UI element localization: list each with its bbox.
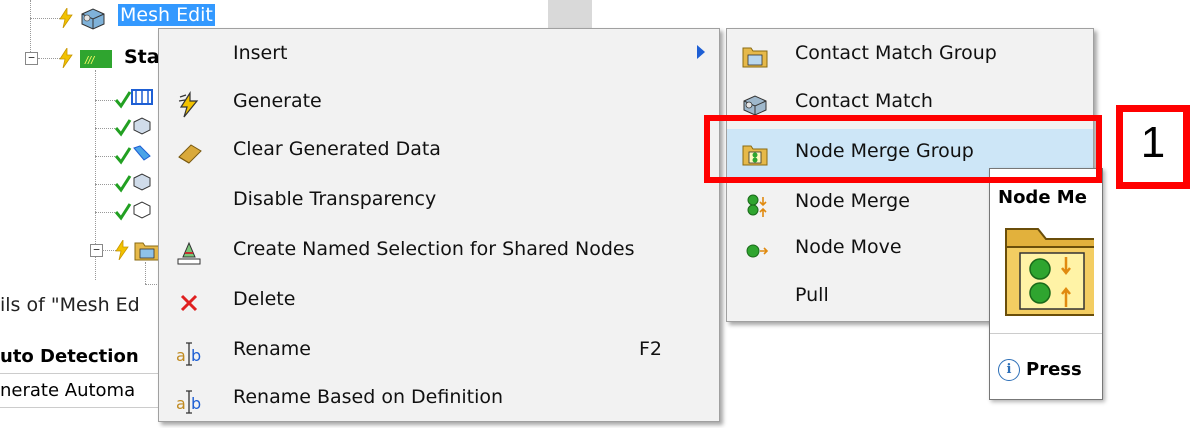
highlight-box [704, 115, 1102, 183]
step-number: 1 [1140, 118, 1166, 167]
submenu-item-label: Node Move [795, 236, 902, 258]
menu-item-clear-generated-data[interactable]: Clear Generated Data [159, 127, 719, 175]
folder-group-icon [741, 43, 769, 71]
submenu-item-label: Node Merge [795, 190, 910, 212]
details-row[interactable]: nerate Automa [0, 374, 170, 408]
tree-expander[interactable]: − [25, 52, 38, 65]
menu-item-label: Delete [233, 288, 296, 310]
details-title: ils of "Mesh Ed [0, 294, 140, 316]
submenu-item-label: Contact Match [795, 90, 933, 112]
info-icon: i [998, 359, 1020, 381]
check-icon [114, 200, 154, 222]
folder-icon [134, 238, 160, 262]
lightning-icon [114, 238, 130, 261]
node-merge-icon [741, 191, 769, 219]
check-icon [114, 88, 154, 110]
menu-item-label: Rename [233, 338, 311, 360]
svg-text:b: b [191, 346, 201, 365]
menu-item-label: Create Named Selection for Shared Nodes [233, 238, 635, 260]
tooltip-divider [990, 333, 1102, 334]
menu-item-rename[interactable]: ab Rename F2 [159, 327, 719, 375]
submenu-item-contact-match-group[interactable]: Contact Match Group [727, 31, 1093, 79]
tooltip: Node Me i Press [989, 168, 1103, 400]
details-row[interactable]: uto Detection [0, 340, 170, 374]
static-structural-icon: /// [80, 48, 112, 70]
menu-item-disable-transparency[interactable]: Disable Transparency [159, 177, 719, 225]
check-icon [114, 116, 154, 138]
mesh-edit-icon [78, 6, 108, 30]
tooltip-info-text: Press [1026, 359, 1082, 380]
folder-node-merge-icon [1004, 217, 1102, 317]
menu-item-insert[interactable]: Insert [159, 31, 719, 79]
submenu-arrow-icon [697, 45, 705, 59]
tree-item-mesh-edit[interactable]: Mesh Edit [118, 4, 215, 26]
lightning-icon [58, 46, 74, 69]
submenu-item-label: Pull [795, 284, 829, 306]
submenu-item-label: Contact Match Group [795, 42, 997, 64]
shortcut-label: F2 [639, 338, 663, 360]
menu-item-label: Generate [233, 90, 322, 112]
node-move-icon [741, 237, 769, 265]
rename-icon: ab [175, 339, 203, 367]
lightning-icon [175, 90, 203, 119]
named-selection-icon [175, 239, 203, 267]
menu-item-rename-based-on-definition[interactable]: ab Rename Based on Definition [159, 375, 719, 423]
context-menu: Insert Generate Clear Generated Data Dis… [158, 28, 720, 422]
menu-item-label: Clear Generated Data [233, 138, 441, 160]
scroll-region [548, 0, 592, 28]
menu-item-create-named-selection[interactable]: Create Named Selection for Shared Nodes [159, 227, 719, 275]
menu-item-delete[interactable]: Delete [159, 277, 719, 325]
check-icon [114, 144, 154, 166]
menu-item-label: Disable Transparency [233, 188, 437, 210]
check-icon [114, 172, 154, 194]
eraser-icon [175, 139, 203, 167]
svg-text:a: a [176, 394, 186, 413]
step-number-badge: 1 [1116, 105, 1190, 189]
menu-item-generate[interactable]: Generate [159, 79, 719, 127]
svg-text:b: b [191, 394, 201, 413]
svg-text:a: a [176, 346, 186, 365]
svg-text:///: /// [84, 55, 95, 67]
rename-icon: ab [175, 387, 203, 415]
menu-item-label: Rename Based on Definition [233, 386, 504, 408]
details-pane: ils of "Mesh Ed uto Detection nerate Aut… [0, 292, 170, 428]
tooltip-info: i Press [998, 359, 1082, 381]
menu-item-label: Insert [233, 42, 288, 64]
delete-x-icon [175, 289, 203, 317]
lightning-icon [58, 6, 74, 29]
tooltip-title: Node Me [998, 187, 1087, 208]
